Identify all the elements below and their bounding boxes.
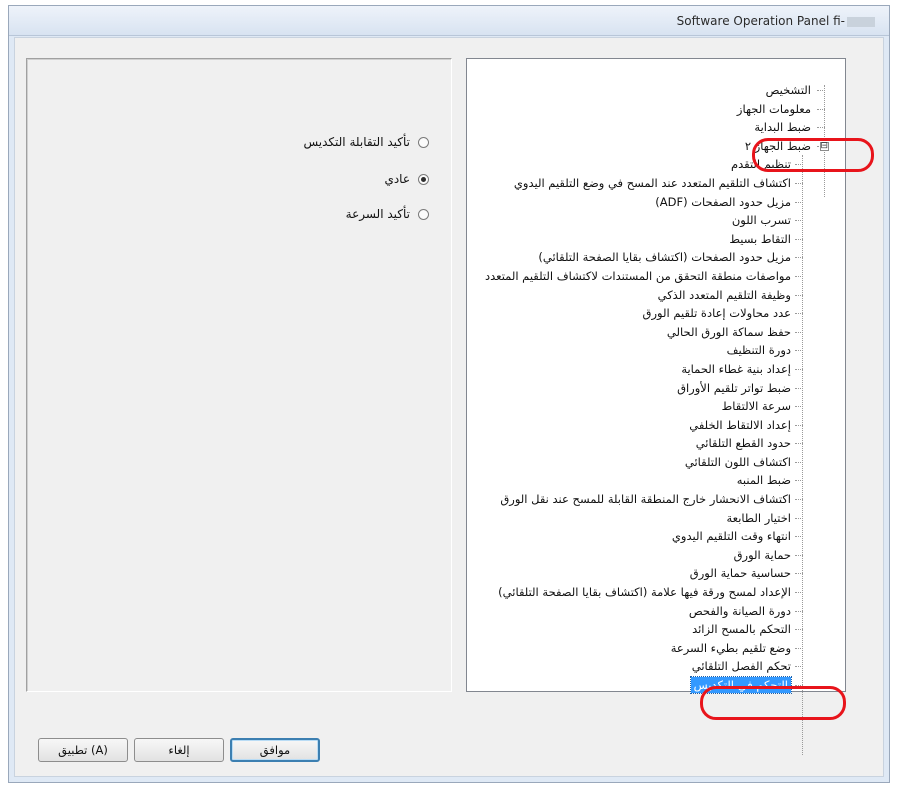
tree-item[interactable]: سرعة الالتقاط — [475, 397, 803, 416]
ok-button[interactable]: موافق — [230, 738, 320, 762]
tree-item[interactable]: حفظ سماكة الورق الحالي — [475, 323, 803, 342]
option-normal[interactable]: عادي — [384, 170, 429, 188]
tree-item[interactable]: اكتشاف التلقيم المتعدد عند المسح في وضع … — [475, 174, 803, 193]
radio-button-icon[interactable] — [418, 136, 429, 148]
tree-item-device-settings-2[interactable]: ⊟ ضبط الجهاز ٢ — [475, 137, 829, 156]
radio-button-icon[interactable] — [418, 208, 429, 220]
tree-item[interactable]: حماية الورق — [475, 546, 803, 565]
tree-item[interactable]: التقاط بسيط — [475, 230, 803, 249]
tree-item[interactable]: تنظيم التقدم — [475, 155, 803, 174]
radio-selected-icon[interactable] — [418, 173, 429, 185]
tree-item-stacking-control[interactable]: التحكم في التكديس — [475, 676, 803, 695]
tree-item[interactable]: ضبط تواتر تلقيم الأوراق — [475, 379, 803, 398]
option-speed[interactable]: تأكيد السرعة — [346, 205, 429, 223]
cancel-button[interactable]: إلغاء — [134, 738, 224, 762]
tree-item[interactable]: عدد محاولات إعادة تلقيم الورق — [475, 304, 803, 323]
tree-item[interactable]: التحكم بالمسح الزائد — [475, 620, 803, 639]
tree-item[interactable]: إعداد بنية غطاء الحماية — [475, 360, 803, 379]
tree-item[interactable]: مواصفات منطقة التحقق من المستندات لاكتشا… — [475, 267, 803, 286]
tree-item[interactable]: وضع تلقيم بطيء السرعة — [475, 639, 803, 658]
tree-item-initial-settings[interactable]: ضبط البداية — [475, 118, 825, 137]
window-title: Software Operation Panel fi- — [677, 14, 875, 28]
tree-item[interactable]: مزيل حدود الصفحات (ADF) — [475, 193, 803, 212]
settings-panel: تأكيد التقابلة التكديس عادي تأكيد السرعة — [26, 58, 452, 692]
option-label: تأكيد السرعة — [345, 207, 410, 221]
tree-item[interactable]: مزيل حدود الصفحات (اكتشاف بقايا الصفحة ا… — [475, 248, 803, 267]
tree-item[interactable]: تحكم الفصل التلقائي — [475, 657, 803, 676]
title-bar[interactable]: Software Operation Panel fi- — [9, 6, 889, 36]
tree-item[interactable]: وظيفة التلقيم المتعدد الذكي — [475, 286, 803, 305]
tree-item[interactable]: اكتشاف الانحشار خارج المنطقة القابلة للم… — [475, 490, 803, 509]
option-stacking-accuracy[interactable]: تأكيد التقابلة التكديس — [303, 133, 429, 151]
tree-item[interactable]: انتهاء وقت التلقيم اليدوي — [475, 527, 803, 546]
option-label: عادي — [384, 172, 410, 186]
settings-tree[interactable]: التشخيص معلومات الجهاز ضبط البداية ⊟ ضبط… — [466, 58, 846, 755]
tree-item[interactable]: اختيار الطابعة — [475, 509, 803, 528]
tree-item[interactable]: الإعداد لمسح ورقة فيها علامة (اكتشاف بقا… — [475, 583, 803, 602]
tree-item[interactable]: إعداد الالتقاط الخلفي — [475, 416, 803, 435]
option-label: تأكيد التقابلة التكديس — [303, 135, 410, 149]
collapse-icon[interactable]: ⊟ — [820, 141, 829, 151]
tree-list: التشخيص معلومات الجهاز ضبط البداية ⊟ ضبط… — [475, 81, 829, 695]
tree-item-device-info[interactable]: معلومات الجهاز — [475, 100, 825, 119]
apply-button[interactable]: تطبيق (A) — [38, 738, 128, 762]
tree-item[interactable]: دورة الصيانة والفحص — [475, 602, 803, 621]
tree-item-diagnostics[interactable]: التشخيص — [475, 81, 825, 100]
tree-item[interactable]: تسرب اللون — [475, 211, 803, 230]
tree-item[interactable]: اكتشاف اللون التلقائي — [475, 453, 803, 472]
tree-item[interactable]: حساسية حماية الورق — [475, 564, 803, 583]
tree-item[interactable]: دورة التنظيف — [475, 341, 803, 360]
tree-item[interactable]: حدود القطع التلقائي — [475, 434, 803, 453]
tree-item[interactable]: ضبط المنبه — [475, 471, 803, 490]
